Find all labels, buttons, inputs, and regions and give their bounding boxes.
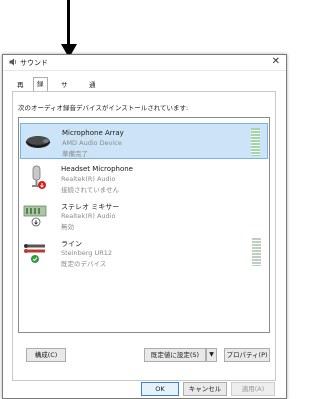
annotation-arrow-shaft xyxy=(67,0,70,46)
window-title: サウンド xyxy=(20,59,48,67)
device-item-headset-microphone[interactable]: Headset Microphone Realtek(R) Audio 接続され… xyxy=(20,160,268,196)
device-status: 準備完了 xyxy=(62,150,88,158)
device-driver: Realtek(R) Audio xyxy=(61,212,116,220)
device-item-line-in[interactable]: ライン Steinberg UR12 既定のデバイス xyxy=(20,234,268,270)
level-meter xyxy=(252,238,261,266)
ok-button[interactable]: OK xyxy=(141,382,179,396)
properties-button[interactable]: プロパティ(P) xyxy=(224,348,270,362)
tab-sounds[interactable]: サウンド xyxy=(57,79,72,122)
dialog-footer: OK キャンセル 適用(A) xyxy=(3,381,286,398)
microphone-array-icon xyxy=(25,136,51,148)
set-default-button[interactable]: 既定値に設定(S) xyxy=(144,348,206,362)
sound-dialog: サウンド ✕ 再生 録音 サウンド 通信 次のオーディオ録音デバイスがインストー… xyxy=(2,54,287,399)
headset-microphone-icon xyxy=(32,165,46,189)
device-driver: Realtek(R) Audio xyxy=(61,175,116,183)
device-status: 無効 xyxy=(61,223,74,231)
device-driver: Steinberg UR12 xyxy=(61,249,113,257)
recording-panel: 次のオーディオ録音デバイスがインストールされています: Microphone A… xyxy=(12,91,276,381)
close-icon[interactable]: ✕ xyxy=(272,56,280,68)
device-driver: AMD Audio Device xyxy=(62,139,122,147)
tab-communications[interactable]: 通信 xyxy=(85,79,100,100)
title-bar: サウンド ✕ xyxy=(3,55,286,71)
device-status: 接続されていません xyxy=(61,186,120,194)
device-name: Microphone Array xyxy=(62,129,124,137)
device-name: ライン xyxy=(61,240,82,248)
device-name: Headset Microphone xyxy=(61,165,133,173)
apply-button[interactable]: 適用(A) xyxy=(231,382,275,396)
device-item-microphone-array[interactable]: Microphone Array AMD Audio Device 準備完了 xyxy=(20,123,268,159)
level-meter xyxy=(251,128,260,156)
tab-recording[interactable]: 録音 xyxy=(33,77,48,101)
line-in-icon xyxy=(24,244,45,263)
device-name: ステレオ ミキサー xyxy=(61,203,120,211)
intro-text: 次のオーディオ録音デバイスがインストールされています: xyxy=(18,104,189,112)
device-item-stereo-mixer[interactable]: ステレオ ミキサー Realtek(R) Audio 無効 xyxy=(20,197,268,233)
speaker-icon xyxy=(9,58,17,66)
chevron-down-icon[interactable]: ▼ xyxy=(206,348,217,362)
stereo-mixer-icon xyxy=(23,205,47,227)
tab-playback[interactable]: 再生 xyxy=(13,79,28,100)
configure-button[interactable]: 構成(C) xyxy=(26,348,66,362)
device-status: 既定のデバイス xyxy=(61,260,107,268)
cancel-button[interactable]: キャンセル xyxy=(183,382,227,396)
device-list[interactable]: Microphone Array AMD Audio Device 準備完了 H… xyxy=(18,117,270,333)
